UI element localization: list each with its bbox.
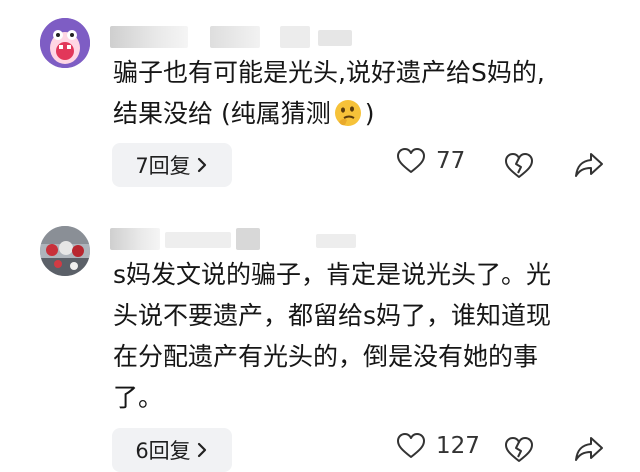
reply-count-label: 7回复 [135,154,191,178]
user-tag-redacted [318,30,352,46]
user-tag-redacted [165,232,231,248]
username-redacted [110,228,160,250]
share-arrow-icon[interactable] [573,151,605,179]
comment-item: s妈发文说的骗子，肯定是说光头了。光 头说不要遗产，都留给s妈了，谁知道现 在分… [0,216,640,472]
like-button[interactable]: 77 [396,147,465,175]
comment-text: 骗子也有可能是光头,说好遗产给S妈的, 结果没给 (纯属猜测 ) [113,52,620,134]
comment-body: s妈发文说的骗子，肯定是说光头了。光 头说不要遗产，都留给s妈了，谁知道现 在分… [113,260,552,412]
user-tag-redacted [210,26,260,48]
like-count: 127 [436,433,480,459]
comment-body-suffix: ) [364,99,375,128]
chevron-right-icon [197,157,206,173]
user-tag-redacted [236,228,260,250]
user-tag-redacted [316,234,356,248]
broken-heart-icon[interactable] [504,152,534,180]
broken-heart-icon[interactable] [504,436,534,464]
username-redacted [110,26,188,48]
heart-outline-icon [397,148,425,173]
chevron-right-icon [197,442,206,458]
user-avatar[interactable] [40,226,90,276]
share-arrow-icon[interactable] [573,435,605,463]
photo-avatar-icon [40,226,90,276]
comment-item: 骗子也有可能是光头,说好遗产给S妈的, 结果没给 (纯属猜测 ) 7回复 77 [0,0,640,200]
heart-outline-icon [397,433,425,458]
comment-text: s妈发文说的骗子，肯定是说光头了。光 头说不要遗产，都留给s妈了，谁知道现 在分… [113,254,620,418]
user-tag-redacted [280,26,310,48]
reply-count-button[interactable]: 7回复 [112,143,232,187]
thinking-face-emoji-icon [334,100,361,126]
reply-count-button[interactable]: 6回复 [112,428,232,472]
like-button[interactable]: 127 [396,432,480,460]
purple-cartoon-avatar-icon [40,18,90,68]
reply-count-label: 6回复 [135,439,191,463]
like-count: 77 [436,148,466,174]
comment-body: 骗子也有可能是光头,说好遗产给S妈的, 结果没给 (纯属猜测 [113,58,545,128]
user-avatar[interactable] [40,18,90,68]
